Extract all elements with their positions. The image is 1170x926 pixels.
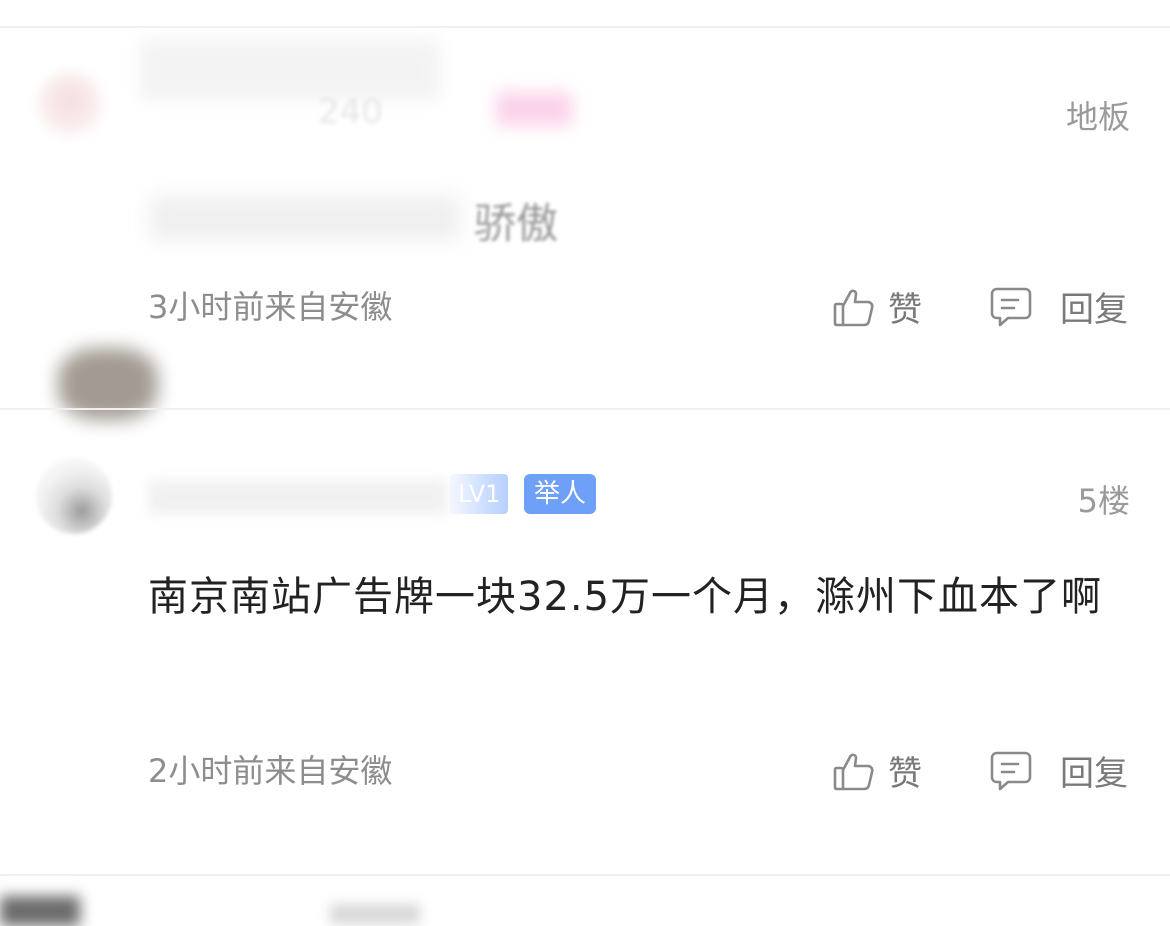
badge-blurred	[496, 92, 572, 126]
tag-badge: 举人	[524, 474, 597, 514]
reply-label: 回复	[1060, 754, 1128, 794]
bottom-divider	[0, 874, 1170, 876]
reply-label: 回复	[1060, 290, 1128, 330]
avatar[interactable]	[36, 458, 112, 534]
comment-meta: 2小时前来自安徽	[148, 752, 393, 790]
comment-text-fragment: 骄傲	[474, 199, 559, 248]
reply-button[interactable]: 回复	[988, 746, 1128, 795]
like-button[interactable]: 赞	[832, 282, 922, 331]
comment-text-blurred	[150, 196, 460, 240]
comment-5: LV1 举人 5楼 南京南站广告牌一块32.5万一个月，滁州下血本了啊 2小时前…	[0, 410, 1170, 880]
thumbs-up-icon	[832, 285, 876, 329]
comment-floor: 240 地板 骄傲 3小时前来自安徽 赞 回复	[0, 0, 1170, 420]
comment-text: 南京南站广告牌一块32.5万一个月，滁州下血本了啊	[148, 574, 1103, 620]
reply-button[interactable]: 回复	[988, 282, 1128, 331]
comment-meta: 3小时前来自安徽	[148, 288, 393, 326]
username-blurred-fragment: 240	[318, 92, 383, 132]
level-badge: LV1	[450, 474, 509, 514]
thumbs-up-icon	[832, 749, 876, 793]
username-blurred	[140, 40, 440, 100]
floor-label: 5楼	[1077, 482, 1130, 520]
username-blurred	[148, 480, 448, 514]
next-username-blurred	[330, 904, 420, 924]
next-avatar-blurred	[0, 896, 80, 926]
floor-label: 地板	[1065, 98, 1130, 136]
avatar[interactable]	[38, 72, 102, 136]
comment-icon	[988, 749, 1034, 793]
like-label: 赞	[888, 290, 922, 330]
comment-icon	[988, 285, 1034, 329]
like-button[interactable]: 赞	[832, 746, 922, 795]
like-label: 赞	[888, 754, 922, 794]
